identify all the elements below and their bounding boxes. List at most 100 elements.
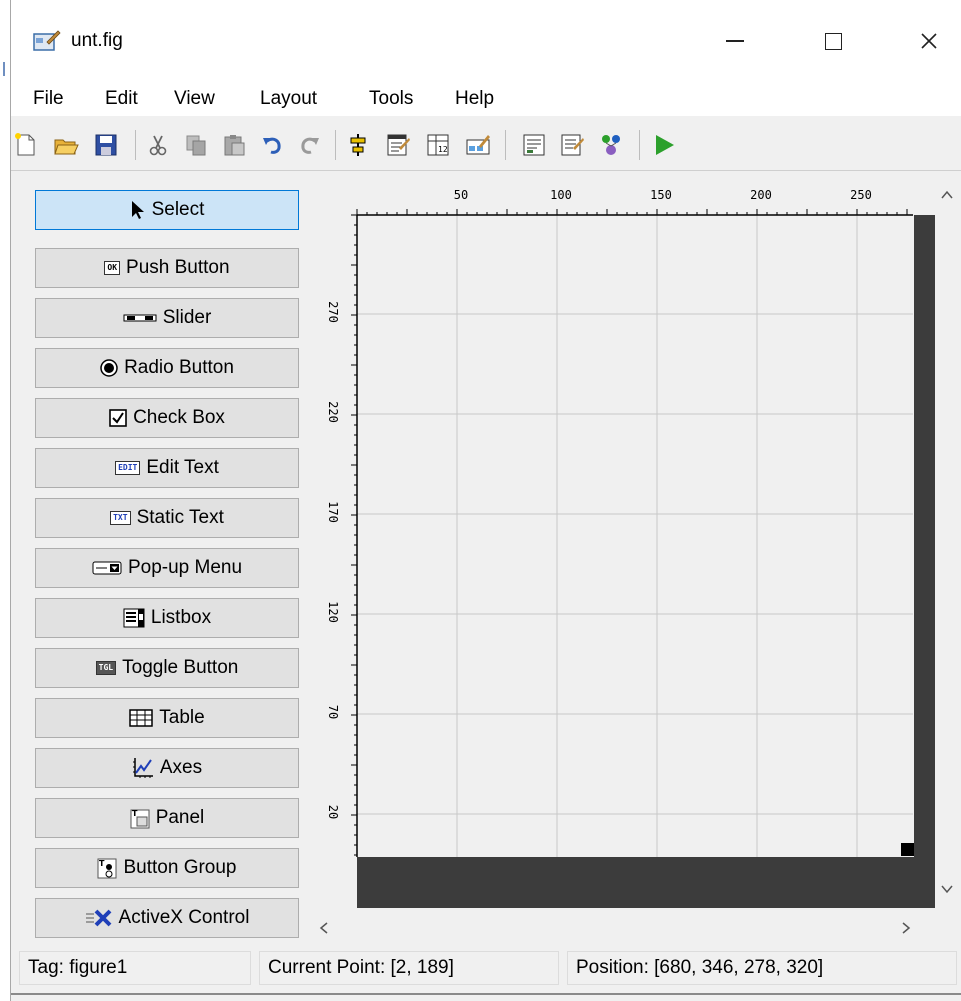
slider-icon xyxy=(123,313,157,323)
palette-listbox[interactable]: Listbox xyxy=(35,598,299,638)
palette-toggle-button[interactable]: TGL Toggle Button xyxy=(35,648,299,688)
paste-icon[interactable] xyxy=(221,132,247,158)
menu-tools[interactable]: Tools xyxy=(369,88,413,110)
palette-label: Listbox xyxy=(150,607,212,628)
figure-grid-area[interactable] xyxy=(357,215,913,858)
palette-popup-menu[interactable]: Pop-up Menu xyxy=(35,548,299,588)
editor-icon[interactable] xyxy=(521,132,547,158)
ruler-y-label: 220 xyxy=(326,401,340,423)
figure-right-edge xyxy=(914,215,936,908)
palette-radio-button[interactable]: Radio Button xyxy=(35,348,299,388)
toolbar: 12 xyxy=(11,118,961,171)
toolbar-separator xyxy=(639,130,640,160)
tab-order-editor-icon[interactable]: 12 xyxy=(425,132,451,158)
static-text-icon: TXT xyxy=(110,511,131,525)
palette-table[interactable]: Table xyxy=(35,698,299,738)
palette-slider[interactable]: Slider xyxy=(35,298,299,338)
ruler-x-label: 150 xyxy=(650,188,672,202)
toggle-button-icon: TGL xyxy=(95,661,117,675)
radio-button-icon xyxy=(100,359,118,377)
horizontal-scrollbar[interactable] xyxy=(311,915,935,941)
undo-icon[interactable] xyxy=(259,132,285,158)
minimize-button[interactable] xyxy=(705,16,765,66)
vertical-scrollbar[interactable] xyxy=(935,175,961,945)
copy-icon[interactable] xyxy=(183,132,209,158)
palette-label: Pop-up Menu xyxy=(127,557,243,578)
push-button-icon: OK xyxy=(104,261,121,275)
object-browser-icon[interactable] xyxy=(599,132,625,158)
menu-editor-icon[interactable] xyxy=(385,132,411,158)
status-position: Position: [680, 346, 278, 320] xyxy=(567,951,957,985)
scroll-up-icon[interactable] xyxy=(941,187,953,205)
toolbar-separator xyxy=(135,130,136,160)
palette-select-button[interactable]: Select xyxy=(35,190,299,230)
palette-edit-text[interactable]: EDIT Edit Text xyxy=(35,448,299,488)
svg-text:T: T xyxy=(99,859,105,868)
edit-text-icon: EDIT xyxy=(115,461,141,475)
new-file-icon[interactable] xyxy=(13,132,39,158)
arrow-cursor-icon xyxy=(130,200,146,220)
scroll-left-icon[interactable] xyxy=(319,921,329,939)
menu-layout[interactable]: Layout xyxy=(260,88,317,110)
save-icon[interactable] xyxy=(93,132,119,158)
palette-activex-control[interactable]: ActiveX Control xyxy=(35,898,299,938)
palette-panel[interactable]: T Panel xyxy=(35,798,299,838)
palette-label: Toggle Button xyxy=(122,657,239,678)
align-objects-icon[interactable] xyxy=(345,132,371,158)
axes-icon xyxy=(132,757,154,779)
palette-check-box[interactable]: Check Box xyxy=(35,398,299,438)
figure-resize-handle[interactable] xyxy=(901,843,914,856)
menu-bar: File Edit View Layout Tools Help xyxy=(11,86,961,116)
scroll-down-icon[interactable] xyxy=(941,881,953,899)
background-window-mark xyxy=(3,62,9,76)
menu-help[interactable]: Help xyxy=(455,88,494,110)
static-text-glyph: TXT xyxy=(110,511,131,525)
figure-layout-area[interactable]: 50 100 150 200 250 270 220 170 120 70 20 xyxy=(311,175,961,945)
scroll-right-icon[interactable] xyxy=(901,921,911,939)
menu-edit[interactable]: Edit xyxy=(105,88,138,110)
ruler-y-label: 20 xyxy=(326,805,340,819)
palette-label: Radio Button xyxy=(124,357,234,378)
palette-static-text[interactable]: TXT Static Text xyxy=(35,498,299,538)
ruler-y-label: 70 xyxy=(326,705,340,719)
palette-label: Slider xyxy=(162,307,212,328)
palette-label: Static Text xyxy=(136,507,224,528)
maximize-button[interactable] xyxy=(803,16,863,66)
palette-label: Axes xyxy=(159,757,203,778)
menu-view[interactable]: View xyxy=(174,88,215,110)
activex-control-icon xyxy=(85,908,113,928)
close-button[interactable] xyxy=(899,16,959,66)
layout-canvas[interactable]: 50 100 150 200 250 270 220 170 120 70 20 xyxy=(311,175,961,945)
toolbar-editor-icon[interactable] xyxy=(465,132,491,158)
push-button-glyph: OK xyxy=(104,261,121,275)
open-folder-icon[interactable] xyxy=(53,132,79,158)
palette-label: Panel xyxy=(155,807,205,828)
button-group-icon: T xyxy=(97,857,117,879)
minimize-icon xyxy=(726,40,744,42)
ruler-y-label: 120 xyxy=(326,601,340,623)
palette-push-button[interactable]: OK Push Button xyxy=(35,248,299,288)
window-title: unt.fig xyxy=(71,30,123,51)
toggle-button-glyph: TGL xyxy=(95,661,117,675)
figure-bottom-edge xyxy=(357,857,936,908)
redo-icon[interactable] xyxy=(297,132,323,158)
palette-label: ActiveX Control xyxy=(118,907,250,928)
toolbar-separator xyxy=(505,130,506,160)
check-box-icon xyxy=(109,409,127,427)
menu-file[interactable]: File xyxy=(33,88,64,110)
palette-label: Select xyxy=(151,199,205,220)
table-icon xyxy=(129,709,154,727)
palette-axes[interactable]: Axes xyxy=(35,748,299,788)
ruler-y-label: 270 xyxy=(326,301,340,323)
palette-label: Table xyxy=(159,707,205,728)
ruler-x-label: 200 xyxy=(750,188,772,202)
ruler-x-label: 50 xyxy=(454,188,468,202)
cut-icon[interactable] xyxy=(145,132,171,158)
property-inspector-icon[interactable] xyxy=(559,132,585,158)
palette-label: Button Group xyxy=(123,857,237,878)
title-bar[interactable]: unt.fig xyxy=(11,0,961,86)
palette-button-group[interactable]: T Button Group xyxy=(35,848,299,888)
guide-layout-editor-window: unt.fig File Edit View Layout Tools Help xyxy=(10,0,961,1001)
run-figure-icon[interactable] xyxy=(651,132,677,158)
palette-label: Edit Text xyxy=(146,457,219,478)
